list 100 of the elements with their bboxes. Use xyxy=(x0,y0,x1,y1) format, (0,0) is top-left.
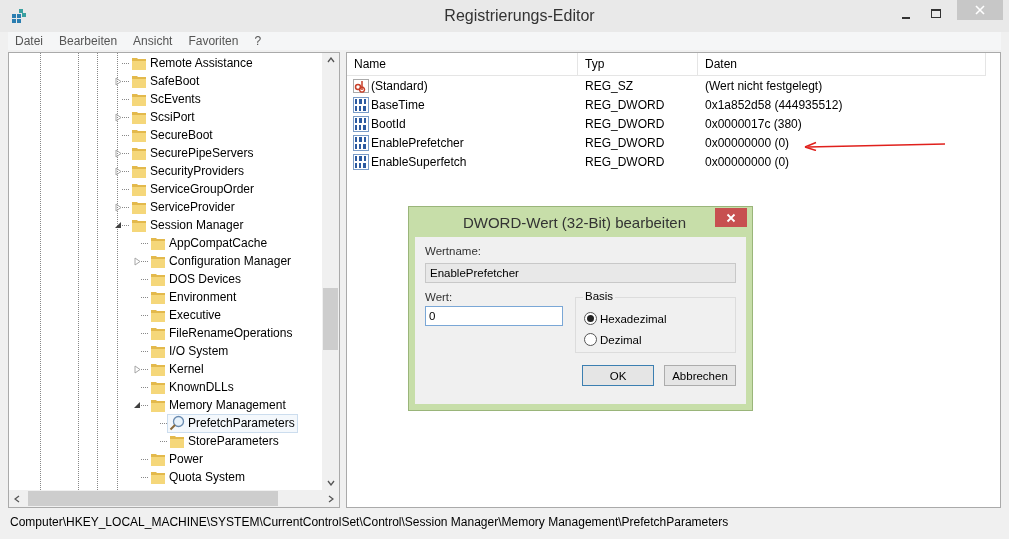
folder-icon xyxy=(131,73,147,89)
folder-icon xyxy=(150,307,166,323)
dialog-button[interactable]: Abbrechen xyxy=(664,365,736,386)
folder-icon xyxy=(169,433,185,449)
folder-icon xyxy=(150,361,166,377)
menu-item[interactable]: ? xyxy=(254,34,262,48)
tree-item[interactable]: Environment xyxy=(148,287,240,307)
tree-item[interactable]: SafeBoot xyxy=(129,71,203,91)
collapse-icon[interactable] xyxy=(114,221,122,229)
folder-icon xyxy=(131,199,147,215)
folder-icon xyxy=(150,343,166,359)
scroll-thumb[interactable] xyxy=(323,288,338,350)
binary-value-icon xyxy=(353,96,369,113)
table-cell-text: (Wert nicht festgelegt) xyxy=(704,78,823,93)
vertical-scrollbar[interactable] xyxy=(322,53,339,490)
tree-item[interactable]: PrefetchParameters xyxy=(167,413,298,433)
value-field[interactable]: 0 xyxy=(425,306,563,326)
maximize-icon xyxy=(931,9,941,19)
scroll-down-icon[interactable] xyxy=(326,480,335,486)
tree-item[interactable]: I/O System xyxy=(148,341,232,361)
tree-item[interactable]: Executive xyxy=(148,305,225,325)
field-label: Wertname: xyxy=(425,245,483,257)
tree-item[interactable]: ScEvents xyxy=(129,89,204,109)
expand-icon[interactable] xyxy=(114,202,122,212)
table-cell-text: 0x0000017c (380) xyxy=(704,116,802,131)
column-header[interactable]: Daten xyxy=(698,53,986,75)
minimize-icon xyxy=(902,16,910,19)
folder-icon xyxy=(131,145,147,161)
tree-item[interactable]: SecureBoot xyxy=(129,125,216,145)
column-header[interactable]: Typ xyxy=(578,53,698,75)
tree-item[interactable]: AppCompatCache xyxy=(148,233,271,253)
dialog-button[interactable]: OK xyxy=(582,365,654,386)
column-header[interactable]: Name xyxy=(347,53,578,75)
expand-icon[interactable] xyxy=(114,148,122,158)
value-name[interactable]: BootId xyxy=(371,116,406,131)
folder-icon xyxy=(131,163,147,179)
radio-option[interactable]: Dezimal xyxy=(584,333,729,346)
tree-item[interactable]: Configuration Manager xyxy=(148,251,295,271)
folder-icon xyxy=(131,127,147,143)
radio-button[interactable] xyxy=(584,312,597,325)
tree-item[interactable]: Remote Assistance xyxy=(129,53,256,73)
scroll-left-icon[interactable] xyxy=(14,494,20,503)
close-button[interactable] xyxy=(715,208,747,227)
table-cell-text: REG_DWORD xyxy=(584,135,666,150)
tree-item[interactable]: Power xyxy=(148,449,206,469)
scroll-right-icon[interactable] xyxy=(328,494,334,503)
menu-item[interactable]: Bearbeiten xyxy=(59,34,118,48)
tree-item[interactable]: KnownDLLs xyxy=(148,377,237,397)
scroll-thumb[interactable] xyxy=(28,491,278,506)
tree-item[interactable]: ServiceGroupOrder xyxy=(129,179,258,199)
folder-icon xyxy=(131,91,147,107)
tree-item[interactable]: StoreParameters xyxy=(167,431,282,451)
table-cell-text: REG_DWORD xyxy=(584,116,666,131)
tree-item[interactable]: DOS Devices xyxy=(148,269,245,289)
window-title: Registrierungs-Editor xyxy=(443,7,596,25)
value-name[interactable]: EnableSuperfetch xyxy=(371,154,467,169)
magnifier-icon xyxy=(169,415,185,431)
expand-icon[interactable] xyxy=(114,76,122,86)
menu-item[interactable]: Favoriten xyxy=(188,34,239,48)
binary-value-icon xyxy=(353,134,369,151)
folder-icon xyxy=(150,397,166,413)
table-cell-text: REG_SZ xyxy=(584,78,634,93)
expand-icon[interactable] xyxy=(114,166,122,176)
value-name[interactable]: BaseTime xyxy=(371,97,425,112)
tree-item[interactable]: Quota System xyxy=(148,467,249,487)
binary-value-icon xyxy=(353,153,369,170)
table-cell-text: 0x00000000 (0) xyxy=(704,135,790,150)
expand-icon[interactable] xyxy=(133,256,141,266)
group-label: Basis xyxy=(583,290,616,302)
scroll-up-icon[interactable] xyxy=(326,57,335,63)
tree-item[interactable]: SecurityProviders xyxy=(129,161,248,181)
tree-item[interactable]: Kernel xyxy=(148,359,207,379)
folder-icon xyxy=(131,181,147,197)
binary-value-icon xyxy=(353,115,369,132)
tree-item[interactable]: ServiceProvider xyxy=(129,197,238,217)
folder-icon xyxy=(131,55,147,71)
folder-icon xyxy=(150,271,166,287)
dialog-title: DWORD-Wert (32-Bit) bearbeiten xyxy=(462,213,687,231)
value-name[interactable]: EnablePrefetcher xyxy=(371,135,464,150)
expand-icon[interactable] xyxy=(133,364,141,374)
folder-icon xyxy=(150,253,166,269)
tree-item[interactable]: FileRenameOperations xyxy=(148,323,296,343)
expand-icon[interactable] xyxy=(114,112,122,122)
folder-icon xyxy=(131,217,147,233)
folder-icon xyxy=(150,469,166,485)
menu-item[interactable]: Ansicht xyxy=(133,34,173,48)
collapse-icon[interactable] xyxy=(133,401,141,409)
folder-icon xyxy=(150,451,166,467)
string-value-icon xyxy=(353,77,369,94)
menu-item[interactable]: Datei xyxy=(15,34,43,48)
tree-item[interactable]: Memory Management xyxy=(148,395,289,415)
tree-item[interactable]: ScsiPort xyxy=(129,107,198,127)
tree-item[interactable]: SecurePipeServers xyxy=(129,143,257,163)
radio-button[interactable] xyxy=(584,333,597,346)
table-cell-text: REG_DWORD xyxy=(584,154,666,169)
radio-option[interactable]: Hexadezimal xyxy=(584,312,729,325)
tree-item[interactable]: Session Manager xyxy=(129,215,247,235)
folder-icon xyxy=(131,109,147,125)
horizontal-scrollbar[interactable] xyxy=(9,490,339,507)
value-name[interactable]: (Standard) xyxy=(371,78,428,93)
